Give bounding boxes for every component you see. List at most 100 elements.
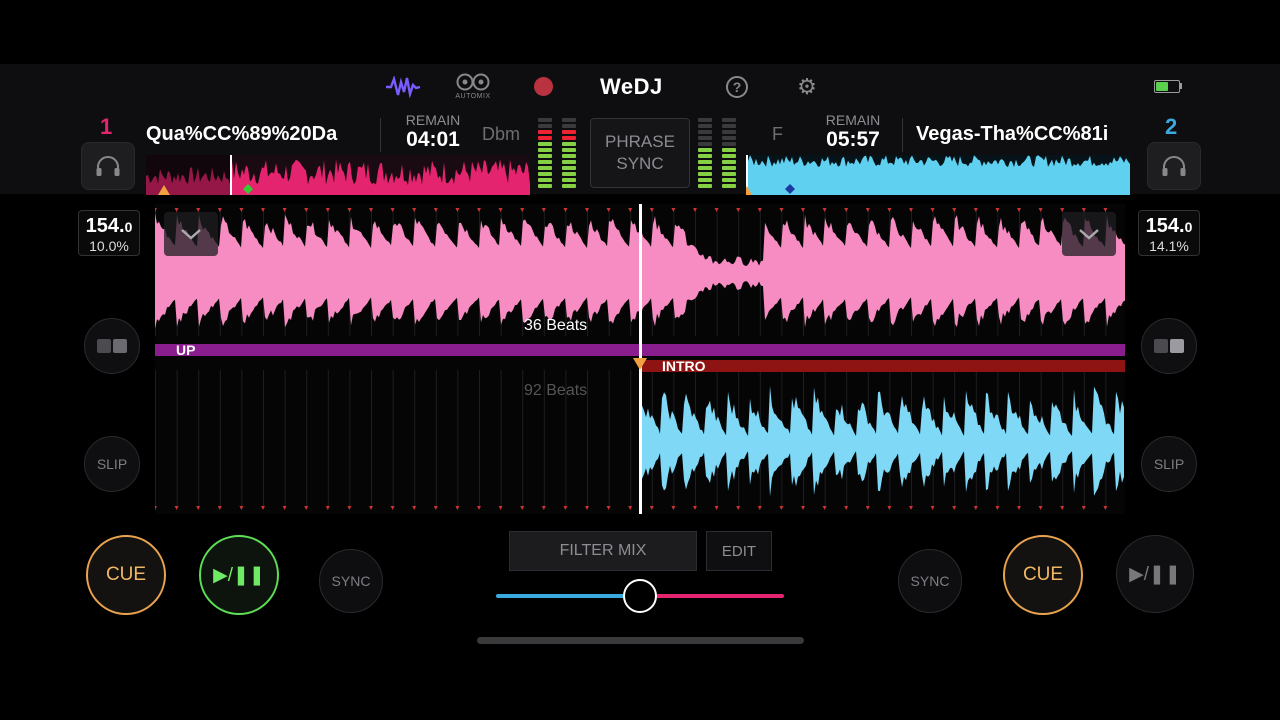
crossfader-left-segment xyxy=(496,594,640,598)
home-indicator[interactable] xyxy=(477,637,804,644)
beat-tick xyxy=(563,506,568,510)
beat-tick xyxy=(153,506,157,510)
meter-segment xyxy=(722,184,736,188)
beat-tick xyxy=(952,208,957,212)
meter-segment xyxy=(698,178,712,182)
edit-button[interactable]: EDIT xyxy=(706,531,772,571)
beat-tick xyxy=(412,506,417,510)
deck2-play-pause-button[interactable]: ▶/❚❚ xyxy=(1116,535,1194,613)
pad-mode-icon xyxy=(1154,339,1184,353)
deck2-cue-button[interactable]: CUE xyxy=(1003,535,1083,615)
beat-tick xyxy=(973,208,978,212)
deck2-remain-label: REMAIN xyxy=(825,112,881,128)
beat-tick xyxy=(261,506,265,510)
beat-tick xyxy=(736,506,741,510)
deck2-slip-button[interactable]: SLIP xyxy=(1141,436,1197,492)
pad-mode-icon xyxy=(97,339,127,353)
deck2-bpm-display[interactable]: 154.0 14.1% xyxy=(1138,210,1200,256)
beat-tick xyxy=(455,208,460,212)
crossfader-right-segment xyxy=(640,594,784,598)
beat-tick xyxy=(844,506,849,510)
beat-tick xyxy=(1017,506,1021,510)
beat-tick xyxy=(498,208,503,212)
deck1-remain: REMAIN 04:01 xyxy=(396,112,470,152)
beat-grid-line xyxy=(392,370,394,506)
beat-tick xyxy=(541,208,546,212)
phrase-sync-button[interactable]: PHRASE SYNC xyxy=(590,118,690,188)
deck1-play-pause-button[interactable]: ▶/❚❚ xyxy=(199,535,279,615)
deck2-phrase-label: INTRO xyxy=(662,358,706,374)
automix-button[interactable]: AUTOMIX xyxy=(452,72,494,104)
main-waveform-area[interactable] xyxy=(153,204,1125,514)
beat-grid-line xyxy=(500,370,502,506)
meter-segment xyxy=(698,172,712,176)
deck1-headphone-button[interactable] xyxy=(81,142,135,190)
deck1-pitch: 10.0% xyxy=(89,238,129,254)
beat-tick xyxy=(304,506,309,510)
deck1-sync-button[interactable]: SYNC xyxy=(319,549,383,613)
deck1-slip-button[interactable]: SLIP xyxy=(84,436,140,492)
deck2-overview-waveform[interactable] xyxy=(746,155,1130,195)
deck2-headphone-button[interactable] xyxy=(1147,142,1201,190)
meter-segment xyxy=(722,160,736,164)
beat-tick xyxy=(196,506,201,510)
beat-tick xyxy=(865,208,870,212)
deck1-overview-waveform[interactable] xyxy=(146,155,530,195)
gear-icon[interactable]: ⚙ xyxy=(795,74,819,99)
waveform-icon[interactable] xyxy=(384,74,422,100)
meter-segment xyxy=(538,154,552,158)
beat-tick xyxy=(477,506,481,510)
beat-tick xyxy=(606,208,611,212)
deck2-expand-button[interactable] xyxy=(1062,212,1116,256)
deck2-overview-shape xyxy=(746,155,1130,195)
beat-tick xyxy=(433,506,438,510)
beat-tick xyxy=(779,506,784,510)
beat-grid-line xyxy=(219,370,221,506)
beat-tick xyxy=(347,208,352,212)
deck1-cue-button[interactable]: CUE xyxy=(86,535,166,615)
deck1-expand-button[interactable] xyxy=(164,212,218,256)
filter-mix-button[interactable]: FILTER MIX xyxy=(509,531,697,571)
beat-grid-line xyxy=(327,370,329,506)
meter-segment xyxy=(562,142,576,146)
beat-tick xyxy=(369,506,373,510)
deck1-track-title[interactable]: Qua%CC%89%20Da xyxy=(146,123,360,146)
beat-tick xyxy=(563,208,568,212)
meter-segment xyxy=(698,166,712,170)
beat-grid-line xyxy=(414,370,416,506)
deck2-sync-button[interactable]: SYNC xyxy=(898,549,962,613)
deck1-bpm-display[interactable]: 154.0 10.0% xyxy=(78,210,140,256)
deck1-loop-mode-button[interactable] xyxy=(84,318,140,374)
beat-grid-line xyxy=(479,370,480,506)
beat-tick xyxy=(1017,208,1021,212)
crossfader-knob[interactable] xyxy=(623,579,657,613)
meter-segment xyxy=(698,142,712,146)
meter-segment xyxy=(562,148,576,152)
beat-grid-line xyxy=(457,370,459,506)
meter-segment xyxy=(562,130,576,134)
meter-segment xyxy=(562,184,576,188)
deck2-divider xyxy=(902,118,903,152)
deck2-loop-mode-button[interactable] xyxy=(1141,318,1197,374)
beat-grid-line xyxy=(198,370,200,506)
meter-segment xyxy=(722,142,736,146)
deck1-bpm: 154. xyxy=(85,215,125,237)
phrase-sync-line2: SYNC xyxy=(616,154,664,173)
help-icon[interactable]: ? xyxy=(726,76,748,98)
record-icon[interactable] xyxy=(534,77,553,96)
beat-tick xyxy=(347,506,352,510)
beat-tick xyxy=(282,506,287,510)
meter-segment xyxy=(538,166,552,170)
beat-tick xyxy=(304,208,309,212)
meter-segment xyxy=(722,118,736,122)
beat-tick xyxy=(282,208,287,212)
meter-segment xyxy=(722,130,736,134)
crossfader-track[interactable] xyxy=(496,579,784,613)
deck2-track-title[interactable]: Vegas-Tha%CC%81i xyxy=(916,123,1128,146)
beat-tick xyxy=(520,506,525,510)
beat-tick xyxy=(779,208,784,212)
beat-tick xyxy=(649,208,654,212)
beat-tick xyxy=(1038,208,1043,212)
meter-segment xyxy=(538,160,552,164)
meter-segment xyxy=(722,172,736,176)
